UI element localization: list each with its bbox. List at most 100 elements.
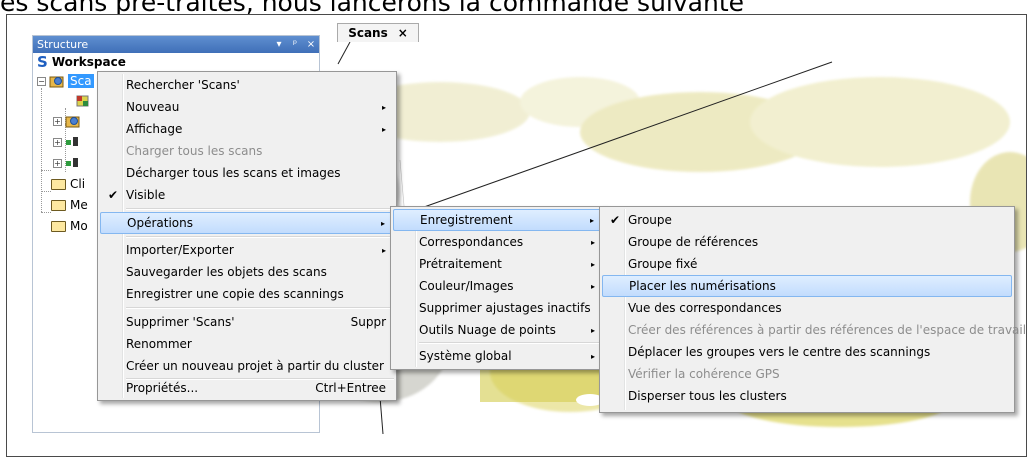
tree-item-workspace[interactable]: S Workspace <box>37 52 126 72</box>
menu-separator <box>126 236 394 238</box>
menu-label: Groupe <box>628 213 672 227</box>
tree-item-scan-2[interactable]: + <box>53 153 81 173</box>
menu-label: Vue des correspondances <box>628 301 782 315</box>
menu-item-color-images[interactable]: Couleur/Images ▸ <box>393 275 603 297</box>
target-icon <box>76 95 89 107</box>
menu-item-new-project-from-cluster[interactable]: Créer un nouveau projet à partir du clus… <box>100 355 394 377</box>
submenu-arrow-icon: ▸ <box>590 281 595 291</box>
checkmark-icon: ✔ <box>610 213 621 227</box>
menu-item-disperse-clusters[interactable]: Disperser tous les clusters <box>602 385 1012 407</box>
folder-icon <box>51 220 66 232</box>
scanner-icon <box>66 137 78 146</box>
menu-item-correspondence-view[interactable]: Vue des correspondances <box>602 297 1012 319</box>
menu-item-delete-scans[interactable]: Supprimer 'Scans' Suppr <box>100 311 394 333</box>
menu-label: Disperser tous les clusters <box>628 389 787 403</box>
menu-item-rename[interactable]: Renommer <box>100 333 394 355</box>
expand-icon[interactable]: + <box>53 137 62 147</box>
tree-item-label: Cli <box>70 177 86 191</box>
operations-submenu: Enregistrement ▸ Correspondances ▸ Prétr… <box>390 206 606 370</box>
folder-icon <box>51 178 66 190</box>
submenu-arrow-icon: ▸ <box>380 218 385 228</box>
menu-label: Affichage <box>126 122 183 136</box>
panel-menu-icon[interactable]: ▾ <box>271 39 287 50</box>
tree-item-measurements[interactable]: Me <box>51 195 88 215</box>
tree-item-label: Mo <box>70 219 88 233</box>
panel-close-icon[interactable]: × <box>303 39 319 50</box>
menu-label: Prétraitement <box>419 257 502 271</box>
menu-label: Vérifier la cohérence GPS <box>628 367 780 381</box>
menu-item-visible[interactable]: ✔ Visible <box>100 184 394 206</box>
menu-item-preprocessing[interactable]: Prétraitement ▸ <box>393 253 603 275</box>
tree-item-scan-1[interactable]: + <box>53 132 81 152</box>
menu-item-create-references: Créer des références à partir des référe… <box>602 319 1026 341</box>
menu-item-save-copy[interactable]: Enregistrer une copie des scannings <box>100 283 394 305</box>
menu-label: Enregistrer une copie des scannings <box>126 287 344 301</box>
menu-label: Décharger tous les scans et images <box>126 166 341 180</box>
menu-label: Créer des références à partir des référe… <box>628 323 1027 337</box>
menu-item-global-system[interactable]: Système global ▸ <box>393 345 603 367</box>
menu-label: Placer les numérisations <box>629 279 776 293</box>
menu-item-unload-all[interactable]: Décharger tous les scans et images <box>100 162 394 184</box>
menu-label: Sauvegarder les objets des scans <box>126 265 327 279</box>
menu-item-new[interactable]: Nouveau ▸ <box>100 96 394 118</box>
scan-group-icon <box>65 116 80 128</box>
menu-separator <box>419 342 603 344</box>
menu-label: Importer/Exporter <box>126 243 234 257</box>
menu-shortcut: Suppr <box>350 315 386 329</box>
registration-submenu: ✔ Groupe Groupe de références Groupe fix… <box>599 206 1026 413</box>
workspace-icon: S <box>37 53 48 71</box>
checkmark-icon: ✔ <box>108 188 119 202</box>
menu-item-group[interactable]: ✔ Groupe <box>602 209 1012 231</box>
submenu-arrow-icon: ▸ <box>590 351 595 361</box>
menu-label: Créer un nouveau projet à partir du clus… <box>126 359 384 373</box>
menu-item-correspondences[interactable]: Correspondances ▸ <box>393 231 603 253</box>
menu-label: Propriétés... <box>126 381 199 395</box>
submenu-arrow-icon: ▸ <box>590 325 595 335</box>
menu-item-move-groups-center[interactable]: Déplacer les groupes vers le centre des … <box>602 341 1012 363</box>
submenu-arrow-icon: ▸ <box>589 215 594 225</box>
tree-item-clusters[interactable]: Cli <box>51 174 85 194</box>
menu-item-properties[interactable]: Propriétés... Ctrl+Entree <box>100 377 394 399</box>
panel-pin-icon[interactable]: ᵖ <box>287 39 303 50</box>
tab-scans[interactable]: Scans × <box>337 23 419 42</box>
menu-label: Couleur/Images <box>419 279 514 293</box>
menu-label: Visible <box>126 188 166 202</box>
tree-item-scan-child[interactable] <box>75 91 91 111</box>
menu-label: Charger tous les scans <box>126 144 263 158</box>
panel-title: Structure <box>37 38 89 51</box>
tab-scans-label: Scans <box>348 26 388 40</box>
collapse-icon[interactable]: − <box>37 76 46 86</box>
submenu-arrow-icon: ▸ <box>590 237 595 247</box>
menu-item-search[interactable]: Rechercher 'Scans' <box>100 74 394 96</box>
menu-item-import-export[interactable]: Importer/Exporter ▸ <box>100 239 394 261</box>
tree-item-scans[interactable]: − Sca <box>37 71 94 91</box>
menu-item-reference-group[interactable]: Groupe de références <box>602 231 1012 253</box>
context-menu: Rechercher 'Scans' Nouveau ▸ Affichage ▸… <box>97 71 397 401</box>
submenu-arrow-icon: ▸ <box>590 259 595 269</box>
menu-label: Renommer <box>126 337 192 351</box>
menu-item-place-scans[interactable]: Placer les numérisations <box>602 275 1012 297</box>
expand-icon[interactable]: + <box>53 116 62 126</box>
menu-label: Groupe fixé <box>628 257 698 271</box>
tree-item-scan-group[interactable]: + <box>53 111 81 131</box>
menu-item-operations[interactable]: Opérations ▸ <box>100 212 394 234</box>
menu-separator <box>126 208 394 210</box>
menu-item-registration[interactable]: Enregistrement ▸ <box>393 209 603 231</box>
menu-shortcut: Ctrl+Entree <box>315 381 386 395</box>
tree-item-models[interactable]: Mo <box>51 216 88 236</box>
structure-panel-header: Structure ▾ ᵖ × <box>33 36 319 53</box>
menu-label: Correspondances <box>419 235 524 249</box>
menu-label: Supprimer ajustages inactifs <box>419 301 591 315</box>
menu-item-save-scan-objects[interactable]: Sauvegarder les objets des scans <box>100 261 394 283</box>
tab-close-icon[interactable]: × <box>398 26 408 40</box>
scan-group-icon <box>49 76 64 88</box>
menu-item-point-cloud-tools[interactable]: Outils Nuage de points ▸ <box>393 319 603 341</box>
menu-item-fixed-group[interactable]: Groupe fixé <box>602 253 1012 275</box>
expand-icon[interactable]: + <box>53 158 62 168</box>
menu-label: Système global <box>419 349 512 363</box>
menu-label: Opérations <box>127 216 193 230</box>
tree-scans-label: Sca <box>68 74 94 88</box>
menu-item-delete-inactive-adjustments[interactable]: Supprimer ajustages inactifs <box>393 297 603 319</box>
menu-item-display[interactable]: Affichage ▸ <box>100 118 394 140</box>
menu-label: Rechercher 'Scans' <box>126 78 240 92</box>
